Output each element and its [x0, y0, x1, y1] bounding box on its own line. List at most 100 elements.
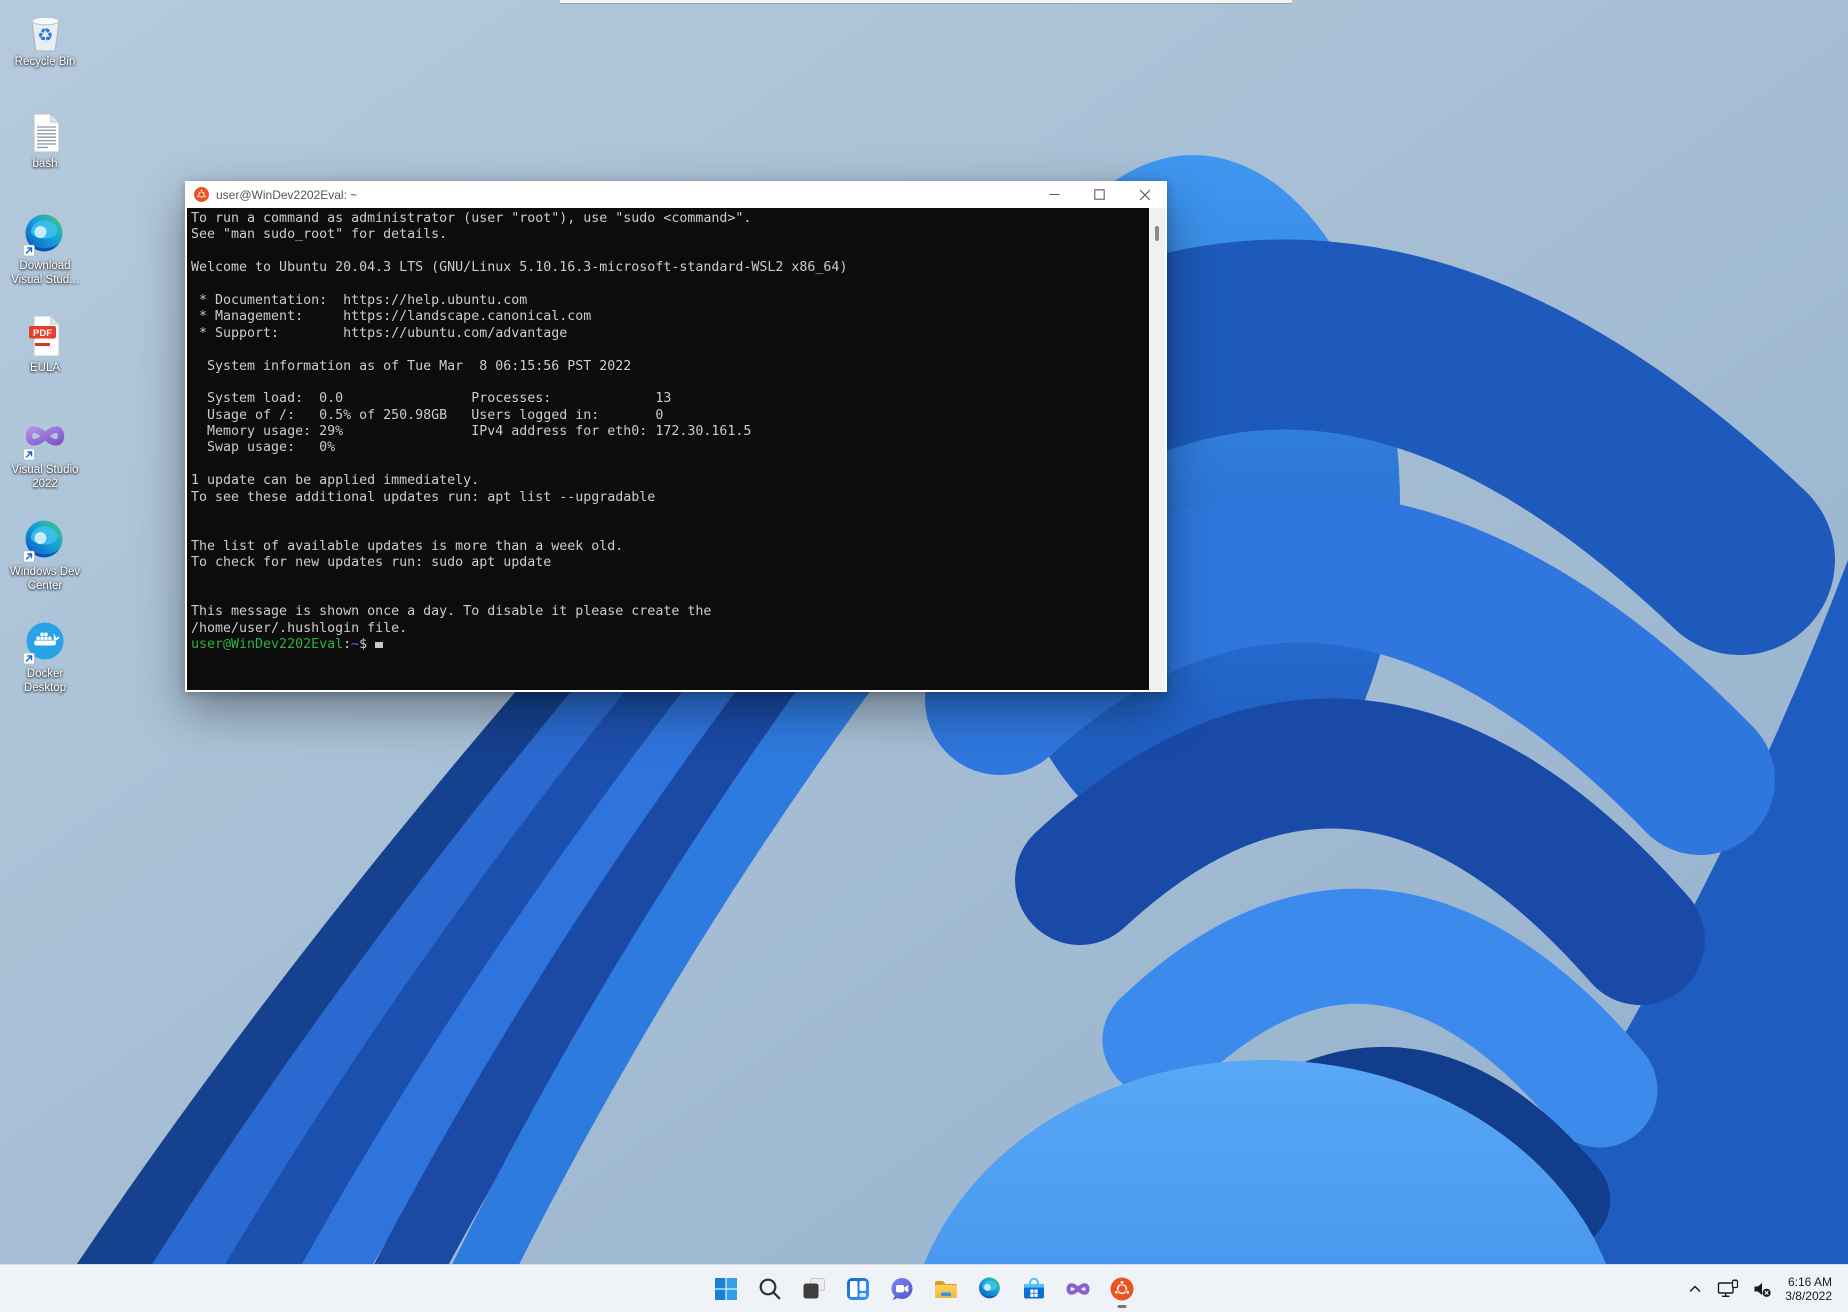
system-tray: 6:16 AM 3/8/2022 [1686, 1265, 1848, 1312]
terminal-line: See "man sudo_root" for details. [191, 227, 1149, 243]
task-view-icon [801, 1276, 827, 1302]
taskbar-store-button[interactable] [1021, 1276, 1047, 1302]
taskbar-visual-studio-button[interactable] [1065, 1276, 1091, 1302]
maximize-icon [1094, 189, 1105, 200]
ubuntu-icon [1109, 1276, 1135, 1302]
taskbar-ubuntu-button[interactable] [1109, 1276, 1135, 1302]
terminal-line [191, 506, 1149, 522]
terminal-titlebar[interactable]: user@WinDev2202Eval: ~ [185, 181, 1167, 208]
clock[interactable]: 6:16 AM 3/8/2022 [1785, 1275, 1832, 1303]
active-app-indicator [1118, 1305, 1127, 1308]
terminal-line [191, 375, 1149, 391]
desktop-icon-eula-pdf[interactable]: PDF EULA [4, 314, 86, 410]
terminal-line [191, 457, 1149, 473]
file-explorer-icon [933, 1276, 959, 1302]
desktop-icon-label: Visual Studio2022 [12, 464, 79, 491]
docker-shortcut-icon [22, 620, 68, 666]
desktop-icon-docker-desktop[interactable]: DockerDesktop [4, 620, 86, 716]
desktop-icon-label: EULA [30, 362, 60, 376]
prompt-user-host: user@WinDev2202Eval [191, 637, 343, 652]
clock-date: 3/8/2022 [1785, 1289, 1832, 1303]
terminal-line: * Support: https://ubuntu.com/advantage [191, 326, 1149, 342]
desktop-icon-recycle-bin[interactable]: ♻ Recycle Bin [4, 8, 86, 104]
taskbar-edge-button[interactable] [977, 1276, 1003, 1302]
minimize-icon [1049, 189, 1060, 200]
desktop-icon-download-visual-studio[interactable]: DownloadVisual Stud... [4, 212, 86, 308]
desktop-icon-label: Recycle Bin [15, 56, 76, 70]
terminal-line [191, 342, 1149, 358]
terminal-line: /home/user/.hushlogin file. [191, 621, 1149, 637]
terminal-prompt-line: user@WinDev2202Eval:~$ [191, 637, 1149, 653]
terminal-line: * Management: https://landscape.canonica… [191, 309, 1149, 325]
vs-shortcut-icon [22, 416, 68, 462]
maximize-button[interactable] [1077, 181, 1122, 208]
desktop-icon-label: DockerDesktop [24, 668, 66, 695]
taskbar-task-view-button[interactable] [801, 1276, 827, 1302]
terminal-scrollbar[interactable] [1149, 208, 1165, 690]
shortcut-arrow-badge [24, 653, 35, 664]
desktop-icon-grid: ♻ Recycle Bin bash DownloadVisual Stud... PD… [4, 0, 86, 740]
visual-studio-icon [1065, 1276, 1091, 1302]
terminal-output[interactable]: To run a command as administrator (user … [187, 208, 1149, 690]
background-window-edge [560, 0, 1292, 4]
taskbar-search-button[interactable] [757, 1276, 783, 1302]
volume-button[interactable] [1752, 1279, 1772, 1299]
ubuntu-icon [194, 187, 209, 202]
taskbar-start-button[interactable] [713, 1276, 739, 1302]
terminal-line [191, 588, 1149, 604]
scrollbar-thumb[interactable] [1155, 226, 1159, 241]
window-title: user@WinDev2202Eval: ~ [216, 188, 1032, 202]
terminal-line [191, 522, 1149, 538]
terminal-line: * Documentation: https://help.ubuntu.com [191, 293, 1149, 309]
terminal-line: 1 update can be applied immediately. [191, 473, 1149, 489]
terminal-line [191, 244, 1149, 260]
network-button[interactable] [1717, 1279, 1739, 1299]
ethernet-network-icon [1717, 1279, 1739, 1299]
terminal-line: Usage of /: 0.5% of 250.98GB Users logge… [191, 408, 1149, 424]
prompt-colon: : [343, 637, 351, 652]
taskbar-chat-button[interactable] [889, 1276, 915, 1302]
desktop: ♻ Recycle Bin bash DownloadVisual Stud... PD… [0, 0, 1848, 1312]
recycle-bin-icon: ♻ [22, 8, 68, 54]
tray-chevron-up-button[interactable] [1686, 1280, 1704, 1298]
prompt-symbol: $ [359, 637, 367, 652]
shortcut-arrow-badge [24, 551, 35, 562]
terminal-line: Memory usage: 29% IPv4 address for eth0:… [191, 424, 1149, 440]
search-icon [757, 1276, 783, 1302]
desktop-icon-label: DownloadVisual Stud... [11, 260, 79, 287]
desktop-icon-label: bash [33, 158, 58, 172]
terminal-line: To see these additional updates run: apt… [191, 490, 1149, 506]
terminal-line: Swap usage: 0% [191, 440, 1149, 456]
clock-time: 6:16 AM [1785, 1275, 1832, 1289]
shortcut-arrow-badge [24, 245, 35, 256]
store-icon [1021, 1276, 1047, 1302]
close-button[interactable] [1122, 181, 1167, 208]
terminal-line: System information as of Tue Mar 8 06:15… [191, 359, 1149, 375]
minimize-button[interactable] [1032, 181, 1077, 208]
terminal-line: This message is shown once a day. To dis… [191, 604, 1149, 620]
start-icon [713, 1276, 739, 1302]
taskbar-file-explorer-button[interactable] [933, 1276, 959, 1302]
edge-shortcut-icon [22, 518, 68, 564]
desktop-icon-bash-file[interactable]: bash [4, 110, 86, 206]
terminal-cursor [375, 642, 383, 648]
taskbar-widgets-button[interactable] [845, 1276, 871, 1302]
edge-shortcut-icon [22, 212, 68, 258]
taskbar: 6:16 AM 3/8/2022 [0, 1264, 1848, 1312]
edge-icon [977, 1276, 1003, 1302]
pdf-file-icon: PDF [22, 314, 68, 360]
desktop-icon-windows-dev-center[interactable]: Windows DevCenter [4, 518, 86, 614]
terminal-line: To run a command as administrator (user … [191, 211, 1149, 227]
svg-text:♻: ♻ [37, 25, 53, 46]
shortcut-arrow-badge [24, 449, 35, 460]
close-icon [1139, 189, 1151, 201]
svg-text:PDF: PDF [33, 328, 52, 339]
terminal-line [191, 572, 1149, 588]
terminal-line: System load: 0.0 Processes: 13 [191, 391, 1149, 407]
taskbar-center-icons [0, 1265, 1848, 1312]
prompt-path: ~ [351, 637, 359, 652]
terminal-line: Welcome to Ubuntu 20.04.3 LTS (GNU/Linux… [191, 260, 1149, 276]
volume-muted-icon [1752, 1279, 1772, 1299]
desktop-icon-visual-studio-2022[interactable]: Visual Studio2022 [4, 416, 86, 512]
terminal-window: user@WinDev2202Eval: ~ To run a command … [185, 181, 1167, 692]
